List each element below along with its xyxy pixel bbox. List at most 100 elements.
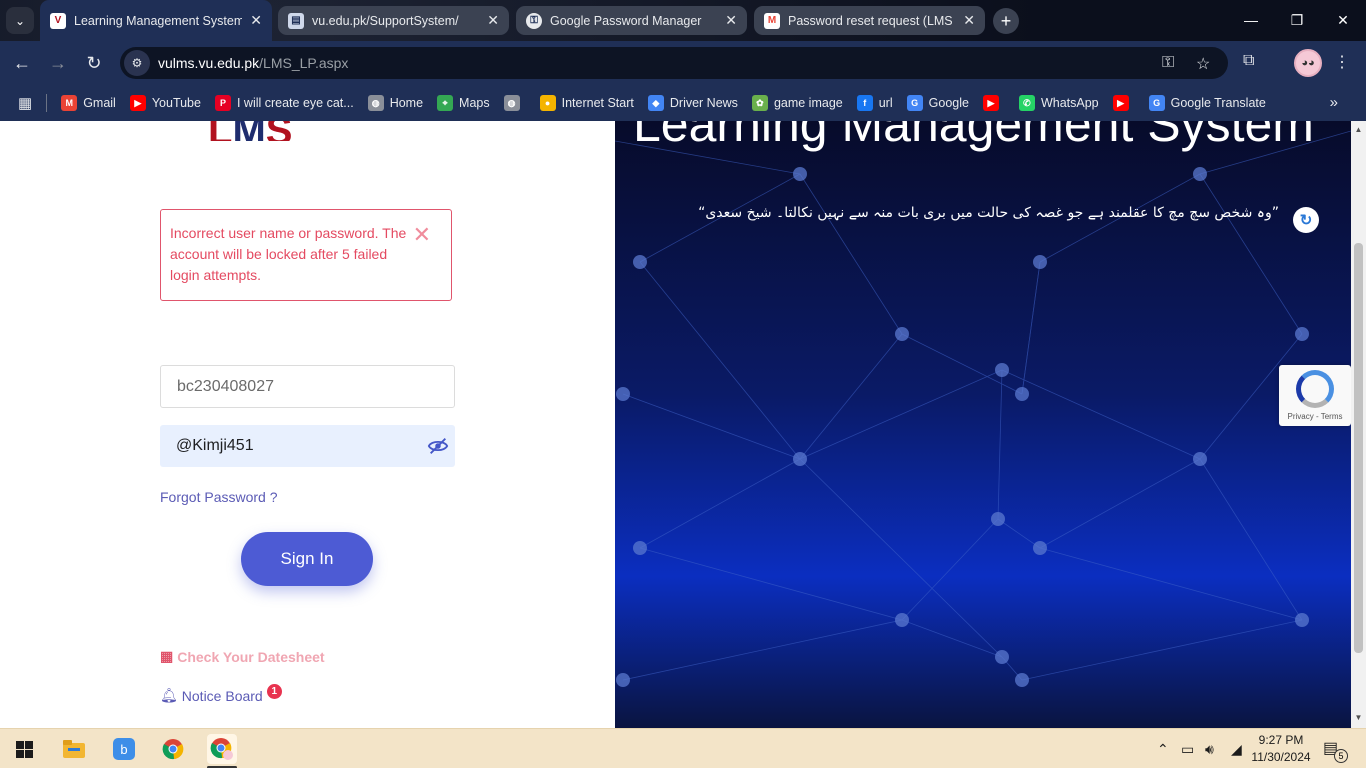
username-field[interactable]: bc230408027 — [160, 365, 455, 408]
url-text[interactable]: vulms.vu.edu.pk/LMS_LP.aspx — [158, 55, 348, 71]
scrollbar-thumb[interactable] — [1354, 243, 1363, 653]
login-pane: LMS Incorrect user name or password. The… — [0, 121, 615, 728]
taskbar-clock[interactable]: 9:27 PM 11/30/2024 — [1246, 732, 1316, 766]
recaptcha-terms[interactable]: Privacy - Terms — [1279, 412, 1351, 421]
tab-password-reset[interactable]: M Password reset request (LMS Pa ✕ — [754, 6, 985, 35]
login-error-alert: Incorrect user name or password. The acc… — [160, 209, 452, 301]
bookmark-star-icon[interactable]: ☆ — [1196, 54, 1210, 74]
bookmark-item[interactable]: M Gmail — [61, 95, 116, 111]
bookmark-item[interactable]: G Google — [906, 95, 969, 111]
datesheet-link[interactable]: ▦ Check Your Datesheet — [160, 648, 325, 665]
bookmark-item[interactable]: ✆ WhatsApp — [1018, 95, 1099, 111]
windows-taskbar: b ⌃ ▭ 🔊︎ ◢ 9:27 PM 11/30/2024 ▤ 5 — [0, 728, 1366, 768]
translate-icon: G — [1148, 95, 1165, 111]
avatar-icon: ◕◕ — [1301, 57, 1315, 69]
close-icon[interactable]: ✕ — [725, 12, 737, 29]
tab-label: Learning Management System — [74, 13, 243, 28]
tab-label: Password reset request (LMS Pa — [788, 13, 956, 28]
page-content: LMS Incorrect user name or password. The… — [0, 121, 1366, 728]
bookmark-item[interactable]: P I will create eye cat... — [214, 95, 354, 111]
page-scrollbar[interactable]: ▲ ▼ — [1351, 121, 1366, 728]
notification-count-badge: 5 — [1334, 749, 1348, 763]
close-icon[interactable]: ✕ — [963, 12, 975, 29]
close-icon[interactable]: ✕ — [487, 12, 499, 29]
bookmark-label: Driver News — [669, 96, 738, 110]
bookmark-item[interactable]: ▶ YouTube — [129, 95, 201, 111]
bookmark-item[interactable]: ◍ — [503, 95, 526, 111]
youtube-icon: ▶ — [129, 95, 146, 111]
tab-password-manager[interactable]: ⚿ Google Password Manager ✕ — [516, 6, 747, 35]
gmail-icon: M — [61, 95, 78, 111]
chevron-double-right-icon[interactable]: » — [1330, 94, 1338, 111]
password-field[interactable]: @Kimji451 — [160, 425, 455, 467]
chrome-icon[interactable] — [158, 734, 188, 764]
calendar-icon: ▦ — [160, 648, 174, 664]
close-icon: ✕ — [1337, 11, 1349, 28]
password-key-icon[interactable]: ⚿ — [1162, 54, 1174, 72]
reload-button[interactable]: ↻ — [82, 51, 106, 75]
bookmark-label: Home — [389, 96, 424, 110]
url-path: /LMS_LP.aspx — [259, 55, 349, 71]
tab-label: Google Password Manager — [550, 13, 702, 28]
bookmark-item[interactable]: f url — [856, 95, 893, 111]
gmail-icon: M — [764, 12, 780, 29]
apps-grid-icon[interactable]: ▦ — [18, 94, 32, 112]
forgot-password-link[interactable]: Forgot Password ? — [160, 489, 278, 505]
vu-favicon-icon: V — [50, 12, 66, 29]
restore-icon: ❐ — [1290, 11, 1304, 28]
scroll-down-icon[interactable]: ▼ — [1354, 713, 1363, 722]
bookmark-item[interactable]: ● Internet Start — [539, 95, 634, 111]
tab-search-button[interactable]: ⌄ — [6, 7, 34, 34]
profile-avatar[interactable]: ◕◕ — [1294, 49, 1322, 77]
new-tab-button[interactable]: + — [993, 8, 1019, 34]
restore-button[interactable]: ❐ — [1274, 0, 1320, 40]
eye-slash-icon[interactable] — [427, 435, 449, 457]
close-window-button[interactable]: ✕ — [1320, 0, 1366, 40]
youtube-icon: ▶ — [982, 95, 999, 111]
bookmark-item[interactable]: ▶ — [982, 95, 1005, 111]
hero-title: Learning Management System — [633, 121, 1314, 152]
bookmark-item[interactable]: ◍ Home — [367, 95, 424, 111]
bookmark-item[interactable]: ✿ game image — [751, 95, 843, 111]
bookmark-item[interactable]: ▶ — [1112, 95, 1135, 111]
facebook-icon: f — [856, 95, 873, 111]
bookmark-item[interactable]: ◆ Driver News — [647, 95, 738, 111]
recaptcha-badge[interactable]: Privacy - Terms — [1279, 365, 1351, 426]
refresh-quote-icon[interactable]: ↻ — [1293, 207, 1319, 233]
tab-support-system[interactable]: ▤ vu.edu.pk/SupportSystem/ ✕ — [278, 6, 509, 35]
notice-board-link[interactable]: 🔔︎ Notice Board 1 — [160, 684, 282, 704]
back-button[interactable]: ← — [10, 51, 34, 75]
close-icon[interactable]: ✕ — [413, 224, 431, 246]
clock-date: 11/30/2024 — [1251, 750, 1311, 764]
bookmark-label: Maps — [459, 96, 490, 110]
minimize-icon: — — [1244, 12, 1258, 28]
extensions-icon[interactable]: ⧉ — [1243, 52, 1254, 70]
bell-icon: 🔔︎ — [160, 687, 178, 703]
file-explorer-icon[interactable] — [59, 734, 89, 764]
chevron-up-icon[interactable]: ⌃ — [1157, 741, 1169, 758]
close-icon[interactable]: ✕ — [250, 12, 262, 29]
bluetooth-app-icon[interactable]: b — [109, 734, 139, 764]
svg-text:b: b — [120, 742, 127, 757]
address-bar[interactable]: ⚙ vulms.vu.edu.pk/LMS_LP.aspx ⚿ ☆ — [120, 47, 1228, 79]
youtube-icon: ▶ — [1112, 95, 1129, 111]
chrome-profile-icon[interactable] — [207, 734, 237, 764]
volume-icon[interactable]: 🔊︎ — [1205, 741, 1214, 758]
url-domain: vulms.vu.edu.pk — [158, 55, 260, 71]
bookmark-label: I will create eye cat... — [236, 96, 354, 110]
menu-icon[interactable]: ⋮ — [1334, 52, 1350, 72]
tab-lms[interactable]: V Learning Management System ✕ — [40, 0, 272, 41]
bookmark-item[interactable]: ⌖ Maps — [437, 95, 490, 111]
bookmark-label: Google — [928, 96, 969, 110]
hero-pane: Learning Management System ”وہ شخص سچ مچ… — [615, 121, 1351, 728]
browser-toolbar: ← → ↻ ⚙ vulms.vu.edu.pk/LMS_LP.aspx ⚿ ☆ … — [0, 41, 1366, 85]
minimize-button[interactable]: — — [1228, 0, 1274, 40]
wifi-icon[interactable]: ◢ — [1231, 741, 1242, 758]
forward-button[interactable]: → — [46, 51, 70, 75]
battery-icon[interactable]: ▭ — [1181, 741, 1194, 758]
sign-in-button[interactable]: Sign In — [241, 532, 373, 586]
bookmark-item[interactable]: G Google Translate — [1148, 95, 1266, 111]
windows-start-icon[interactable] — [16, 741, 33, 758]
scroll-up-icon[interactable]: ▲ — [1354, 125, 1363, 134]
site-info-icon[interactable]: ⚙ — [124, 50, 150, 76]
